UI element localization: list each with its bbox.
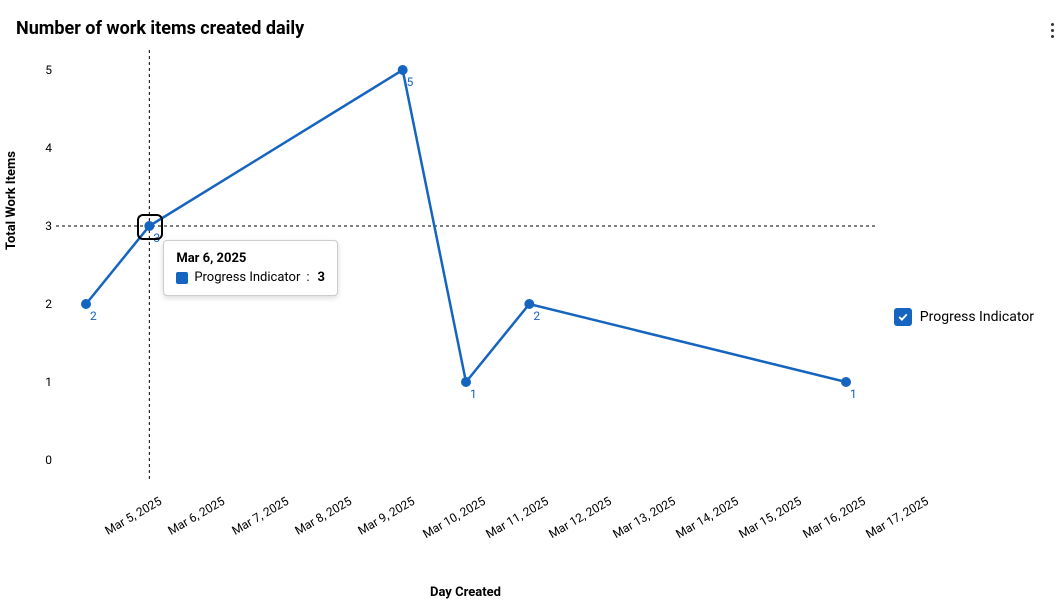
y-tick: 1: [45, 375, 52, 389]
x-tick: Mar 11, 2025: [483, 494, 551, 541]
series-data-labels: 2 3 5 1 2 1: [90, 75, 857, 401]
tooltip-value: 3: [318, 270, 325, 285]
x-axis-label: Day Created: [430, 585, 501, 600]
y-axis-label: Total Work Items: [4, 151, 19, 250]
x-tick: Mar 7, 2025: [229, 494, 291, 538]
data-label: 5: [407, 75, 414, 89]
data-point[interactable]: [524, 299, 534, 309]
data-point[interactable]: [841, 377, 851, 387]
legend-label: Progress Indicator: [920, 309, 1034, 325]
tooltip-date: Mar 6, 2025: [176, 251, 325, 266]
chart-root: Number of work items created daily Total…: [0, 0, 1062, 612]
tooltip-series-marker: [176, 272, 188, 284]
y-tick: 3: [45, 219, 52, 233]
tooltip: Mar 6, 2025 Progress Indicator : 3: [163, 240, 338, 296]
x-axis-ticks: Mar 5, 2025Mar 6, 2025Mar 7, 2025Mar 8, …: [56, 486, 876, 556]
more-vertical-icon[interactable]: [1044, 18, 1060, 42]
data-label: 1: [470, 387, 477, 401]
x-tick: Mar 13, 2025: [610, 494, 678, 541]
data-label: 2: [533, 309, 540, 323]
y-tick: 2: [45, 297, 52, 311]
x-tick: Mar 10, 2025: [420, 494, 488, 541]
x-tick: Mar 16, 2025: [800, 494, 868, 541]
data-label: 3: [153, 231, 160, 245]
data-point[interactable]: [144, 221, 154, 231]
x-tick: Mar 5, 2025: [102, 494, 164, 538]
x-tick: Mar 6, 2025: [166, 494, 228, 538]
legend[interactable]: Progress Indicator: [894, 308, 1034, 326]
y-tick: 5: [45, 63, 52, 77]
x-tick: Mar 17, 2025: [863, 494, 931, 541]
x-tick: Mar 15, 2025: [737, 494, 805, 541]
data-label: 2: [90, 309, 97, 323]
x-tick: Mar 8, 2025: [292, 494, 354, 538]
tooltip-series-label: Progress Indicator: [194, 270, 300, 285]
data-point[interactable]: [398, 65, 408, 75]
y-tick: 0: [45, 453, 52, 467]
x-tick: Mar 9, 2025: [356, 494, 418, 538]
x-tick: Mar 14, 2025: [673, 494, 741, 541]
y-tick: 4: [45, 141, 52, 155]
x-tick: Mar 12, 2025: [547, 494, 615, 541]
legend-checkbox[interactable]: [894, 308, 912, 326]
data-point[interactable]: [461, 377, 471, 387]
data-label: 1: [850, 387, 857, 401]
y-axis-ticks: 0 1 2 3 4 5: [36, 50, 52, 480]
chart-title: Number of work items created daily: [16, 18, 304, 39]
data-point[interactable]: [81, 299, 91, 309]
